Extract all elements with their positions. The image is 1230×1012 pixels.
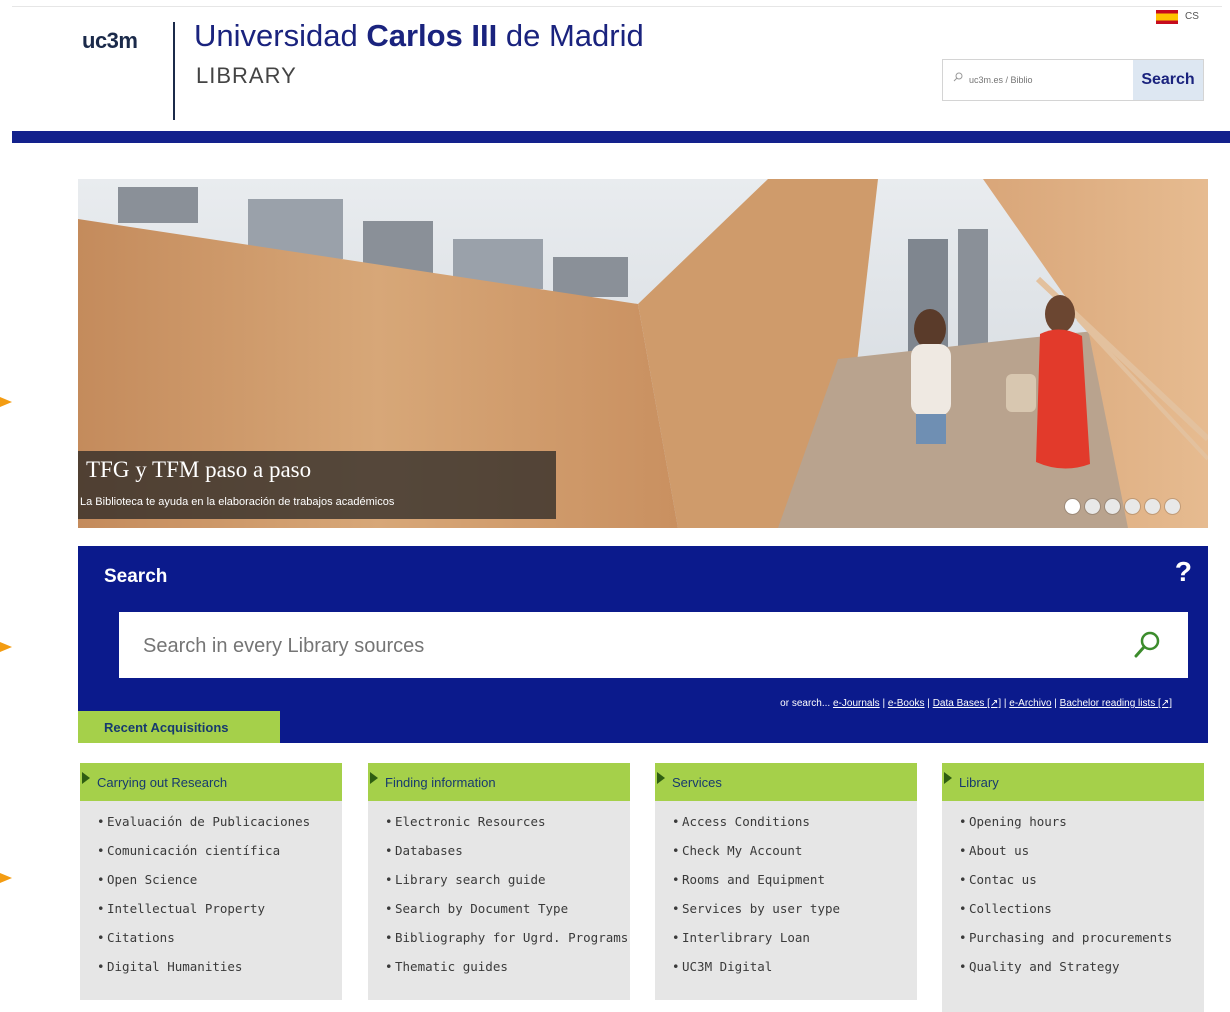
column-title: Services xyxy=(672,775,722,790)
list-item[interactable]: UC3M Digital xyxy=(655,959,917,975)
hero-subtitle: La Biblioteca te ayuda en la elaboración… xyxy=(80,496,395,508)
list-item[interactable]: Intellectual Property xyxy=(80,901,342,917)
list-item[interactable]: Search by Document Type xyxy=(368,901,630,917)
link-list: Electronic Resources Databases Library s… xyxy=(368,801,630,975)
column-title: Finding information xyxy=(385,775,496,790)
column-title: Carrying out Research xyxy=(97,775,228,790)
or-search-label: or search... xyxy=(780,698,831,709)
link-ebooks[interactable]: e-Books xyxy=(888,698,925,709)
or-search-links: or search... e-Journals | e-Books | Data… xyxy=(780,698,1172,709)
list-item[interactable]: Thematic guides xyxy=(368,959,630,975)
link-bachelor-reading-lists[interactable]: Bachelor reading lists [↗] xyxy=(1060,698,1172,709)
column-finding-information: Finding information Electronic Resources… xyxy=(368,763,630,1000)
nav-bar xyxy=(12,131,1230,143)
library-label: LIBRARY xyxy=(196,63,297,88)
search-panel: Search ? or search... e-Journals | e-Boo… xyxy=(78,546,1208,743)
list-item[interactable]: Open Science xyxy=(80,872,342,888)
pointer-arrow-icon xyxy=(0,873,12,883)
list-item[interactable]: Library search guide xyxy=(368,872,630,888)
search-box xyxy=(119,612,1188,678)
column-header[interactable]: Finding information xyxy=(368,763,630,801)
header-search: Search xyxy=(942,59,1204,101)
column-research: Carrying out Research Evaluación de Publ… xyxy=(80,763,342,1000)
link-list: Evaluación de Publicaciones Comunicación… xyxy=(80,801,342,975)
link-ejournals[interactable]: e-Journals xyxy=(833,698,880,709)
carousel-dots xyxy=(1060,499,1180,519)
main-search-input[interactable] xyxy=(141,628,1105,664)
list-item[interactable]: Electronic Resources xyxy=(368,814,630,830)
logo-divider xyxy=(173,22,175,120)
carousel-dot[interactable] xyxy=(1065,499,1080,514)
list-item[interactable]: Collections xyxy=(942,901,1204,917)
list-item[interactable]: About us xyxy=(942,843,1204,859)
list-item[interactable]: Databases xyxy=(368,843,630,859)
column-title: Library xyxy=(959,775,999,790)
language-switch[interactable]: CS xyxy=(1185,11,1199,22)
list-item[interactable]: Check My Account xyxy=(655,843,917,859)
list-item[interactable]: Citations xyxy=(80,930,342,946)
list-item[interactable]: Evaluación de Publicaciones xyxy=(80,814,342,830)
top-rule xyxy=(12,6,1222,7)
list-item[interactable]: Services by user type xyxy=(655,901,917,917)
column-library: Library Opening hours About us Contac us… xyxy=(942,763,1204,1012)
triangle-icon xyxy=(944,772,952,784)
uc3m-logo[interactable]: uc3m xyxy=(82,28,138,54)
search-panel-title: Search xyxy=(104,566,168,587)
triangle-icon xyxy=(657,772,665,784)
carousel-dot[interactable] xyxy=(1105,499,1120,514)
carousel-dot[interactable] xyxy=(1125,499,1140,514)
header-search-button[interactable]: Search xyxy=(1133,60,1203,100)
spain-flag-icon[interactable] xyxy=(1156,10,1178,24)
list-item[interactable]: Purchasing and procurements xyxy=(942,930,1204,946)
hero-carousel[interactable]: TFG y TFM paso a paso La Biblioteca te a… xyxy=(78,179,1208,528)
university-bold: Carlos III xyxy=(366,18,498,53)
hero-title: TFG y TFM paso a paso xyxy=(86,457,312,482)
help-button[interactable]: ? xyxy=(1175,556,1192,588)
triangle-icon xyxy=(370,772,378,784)
triangle-icon xyxy=(82,772,90,784)
list-item[interactable]: Opening hours xyxy=(942,814,1204,830)
hero-caption[interactable]: TFG y TFM paso a paso La Biblioteca te a… xyxy=(78,451,556,519)
column-header[interactable]: Services xyxy=(655,763,917,801)
search-icon xyxy=(953,72,963,82)
link-databases[interactable]: Data Bases [↗] xyxy=(933,698,1001,709)
tab-recent-acquisitions[interactable]: Recent Acquisitions xyxy=(78,711,280,743)
carousel-dot[interactable] xyxy=(1085,499,1100,514)
list-item[interactable]: Access Conditions xyxy=(655,814,917,830)
pointer-arrow-icon xyxy=(0,397,12,407)
column-header[interactable]: Carrying out Research xyxy=(80,763,342,801)
link-list: Access Conditions Check My Account Rooms… xyxy=(655,801,917,975)
header-search-input[interactable] xyxy=(967,70,1131,90)
column-header[interactable]: Library xyxy=(942,763,1204,801)
link-earchivo[interactable]: e-Archivo xyxy=(1009,698,1051,709)
university-name[interactable]: Universidad Carlos III de Madrid xyxy=(194,18,644,54)
list-item[interactable]: Bibliography for Ugrd. Programs xyxy=(368,930,630,946)
list-item[interactable]: Comunicación científica xyxy=(80,843,342,859)
university-prefix: Universidad xyxy=(194,18,367,53)
column-services: Services Access Conditions Check My Acco… xyxy=(655,763,917,1000)
list-item[interactable]: Quality and Strategy xyxy=(942,959,1204,975)
search-icon[interactable] xyxy=(1132,630,1162,660)
pointer-arrow-icon xyxy=(0,642,12,652)
carousel-dot[interactable] xyxy=(1165,499,1180,514)
university-suffix: de Madrid xyxy=(497,18,644,53)
list-item[interactable]: Rooms and Equipment xyxy=(655,872,917,888)
list-item[interactable]: Digital Humanities xyxy=(80,959,342,975)
list-item[interactable]: Contac us xyxy=(942,872,1204,888)
link-list: Opening hours About us Contac us Collect… xyxy=(942,801,1204,975)
carousel-dot[interactable] xyxy=(1145,499,1160,514)
list-item[interactable]: Interlibrary Loan xyxy=(655,930,917,946)
